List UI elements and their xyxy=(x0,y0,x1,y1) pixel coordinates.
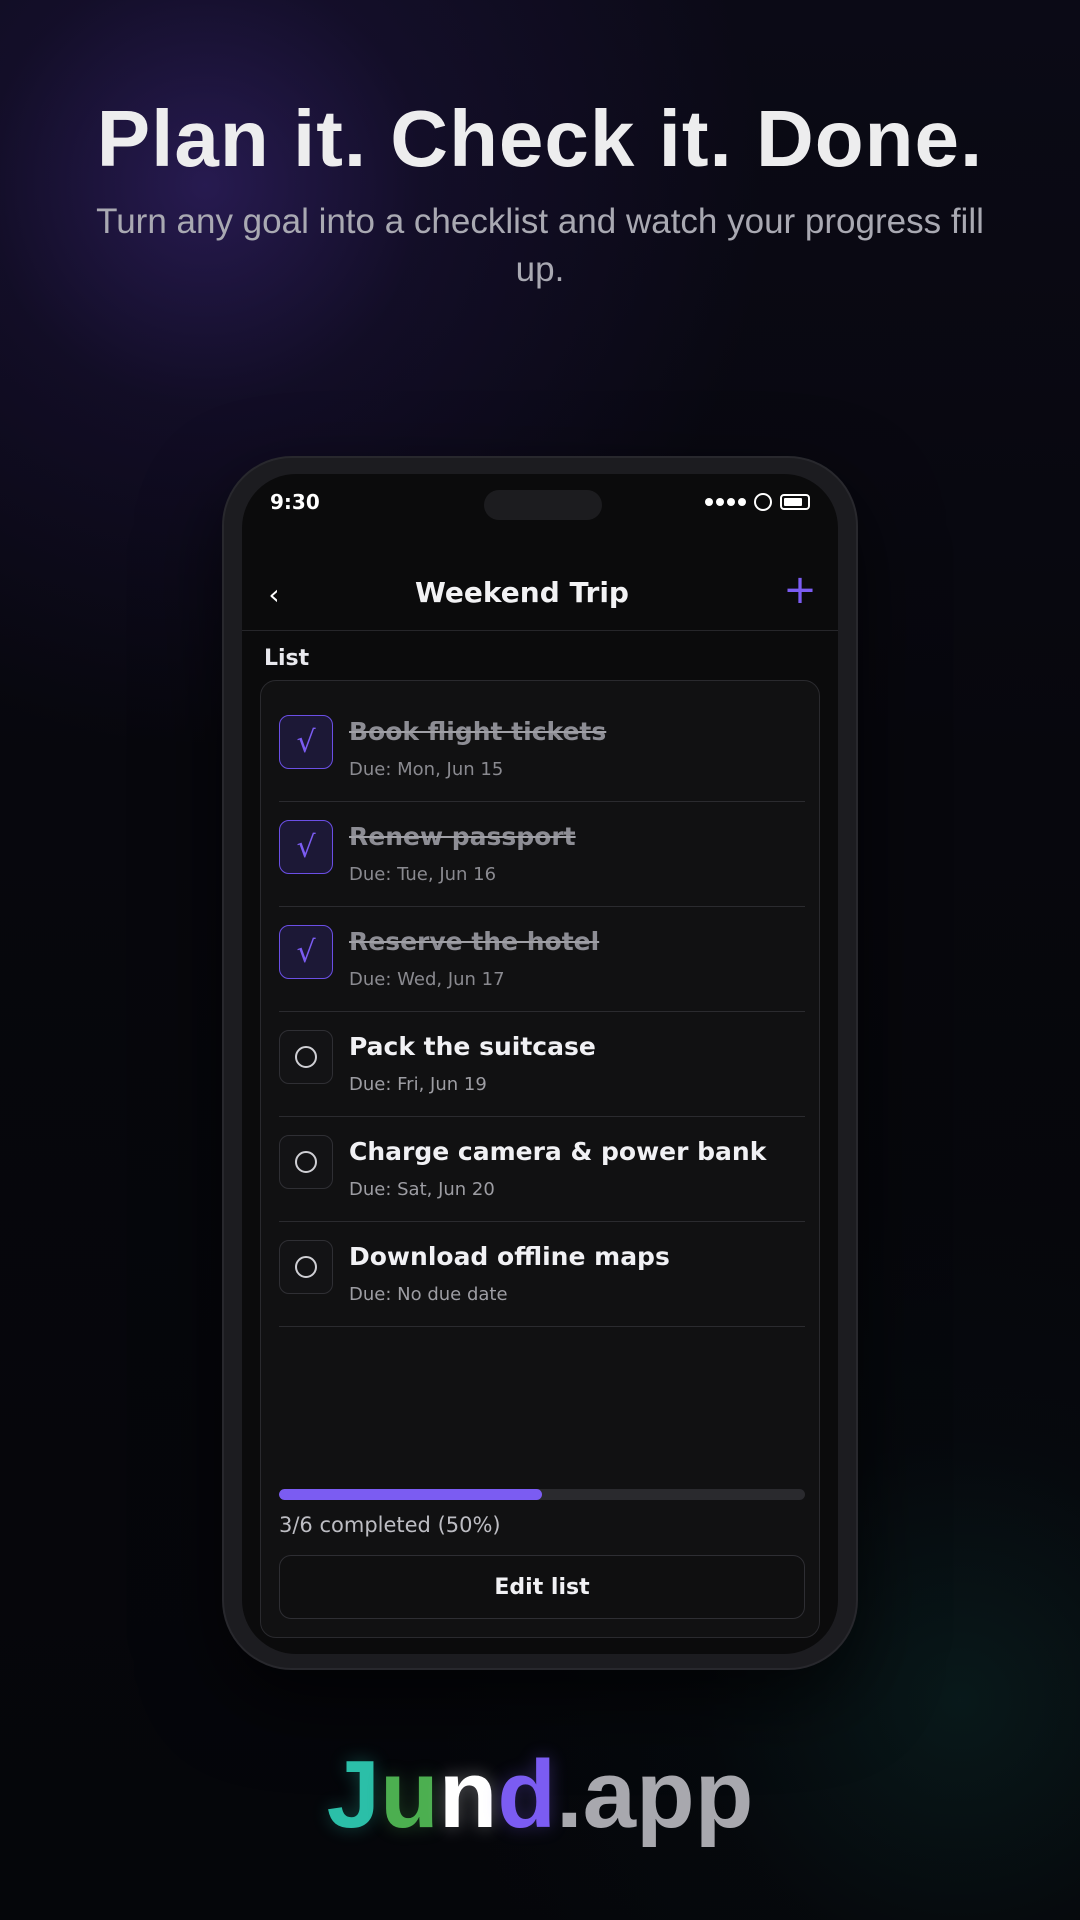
section-label: List xyxy=(264,646,310,671)
checkbox-checked[interactable]: √ xyxy=(279,715,333,769)
item-title: Download offline maps xyxy=(349,1242,670,1271)
brand-part: u xyxy=(380,1741,439,1848)
item-due-date: Due: Fri, Jun 19 xyxy=(349,1074,487,1095)
edit-list-button[interactable]: Edit list xyxy=(279,1555,805,1619)
item-title: Renew passport xyxy=(349,822,576,851)
item-title: Book flight tickets xyxy=(349,717,607,746)
checkbox-checked[interactable]: √ xyxy=(279,925,333,979)
hero-title: Plan it. Check it. Done. xyxy=(96,94,984,183)
checklist: √ Book flight tickets Due: Mon, Jun 15 √ Ren… xyxy=(279,697,805,1327)
item-title: Charge camera & power bank xyxy=(349,1137,767,1166)
signal-dots-icon xyxy=(705,498,746,506)
empty-circle-icon xyxy=(295,1151,317,1173)
checkmark-icon: √ xyxy=(296,934,316,970)
checkbox-unchecked[interactable] xyxy=(279,1030,333,1084)
brand-logo: Jund.app xyxy=(0,1740,1080,1850)
item-due-date: Due: Sat, Jun 20 xyxy=(349,1179,495,1200)
empty-circle-icon xyxy=(295,1046,317,1068)
add-item-button[interactable]: + xyxy=(780,570,820,610)
list-item[interactable]: √ Renew passport Due: Tue, Jun 16 xyxy=(279,802,805,907)
checkmark-icon: √ xyxy=(296,724,316,760)
list-item[interactable]: √ Book flight tickets Due: Mon, Jun 15 xyxy=(279,697,805,802)
item-due-date: Due: Tue, Jun 16 xyxy=(349,864,497,885)
checkbox-unchecked[interactable] xyxy=(279,1135,333,1189)
brand-part: n xyxy=(438,1741,498,1848)
hero-subtitle: Turn any goal into a checklist and watch… xyxy=(96,202,984,289)
checkbox-checked[interactable]: √ xyxy=(279,820,333,874)
item-due-date: Due: No due date xyxy=(349,1284,508,1305)
list-item[interactable]: √ Reserve the hotel Due: Wed, Jun 17 xyxy=(279,907,805,1012)
phone-screen: 9:30 ‹ Weekend Trip + List √ Book flight … xyxy=(242,474,838,1654)
list-item[interactable]: Download offline maps Due: No due date xyxy=(279,1222,805,1327)
progress-bar xyxy=(279,1489,805,1500)
brand-part: J xyxy=(326,1741,381,1848)
status-bar: 9:30 xyxy=(242,474,838,544)
nav-bar: ‹ Weekend Trip + xyxy=(242,564,838,631)
checkmark-icon: √ xyxy=(296,829,316,865)
item-title: Pack the suitcase xyxy=(349,1032,596,1061)
dynamic-island xyxy=(484,490,602,520)
circle-icon xyxy=(754,493,772,511)
item-due-date: Due: Mon, Jun 15 xyxy=(349,759,504,780)
empty-circle-icon xyxy=(295,1256,317,1278)
item-due-date: Due: Wed, Jun 17 xyxy=(349,969,505,990)
battery-icon xyxy=(780,494,810,510)
checkbox-unchecked[interactable] xyxy=(279,1240,333,1294)
hero: Plan it. Check it. Done. Turn any goal i… xyxy=(0,98,1080,294)
progress-fill xyxy=(279,1489,542,1500)
brand-part: d xyxy=(497,1741,556,1848)
status-time: 9:30 xyxy=(270,490,320,514)
page-title: Weekend Trip xyxy=(415,576,629,609)
list-card: √ Book flight tickets Due: Mon, Jun 15 √ Ren… xyxy=(260,680,820,1638)
phone-frame: 9:30 ‹ Weekend Trip + List √ Book flight … xyxy=(222,456,858,1670)
brand-part: .app xyxy=(555,1741,754,1848)
status-icons xyxy=(705,490,810,514)
plus-icon: + xyxy=(783,567,817,613)
list-item[interactable]: Charge camera & power bank Due: Sat, Jun … xyxy=(279,1117,805,1222)
item-title: Reserve the hotel xyxy=(349,927,600,956)
chevron-left-icon: ‹ xyxy=(268,577,280,611)
list-item[interactable]: Pack the suitcase Due: Fri, Jun 19 xyxy=(279,1012,805,1117)
progress-text: 3/6 completed (50%) xyxy=(279,1513,501,1537)
back-button[interactable]: ‹ xyxy=(254,574,294,614)
